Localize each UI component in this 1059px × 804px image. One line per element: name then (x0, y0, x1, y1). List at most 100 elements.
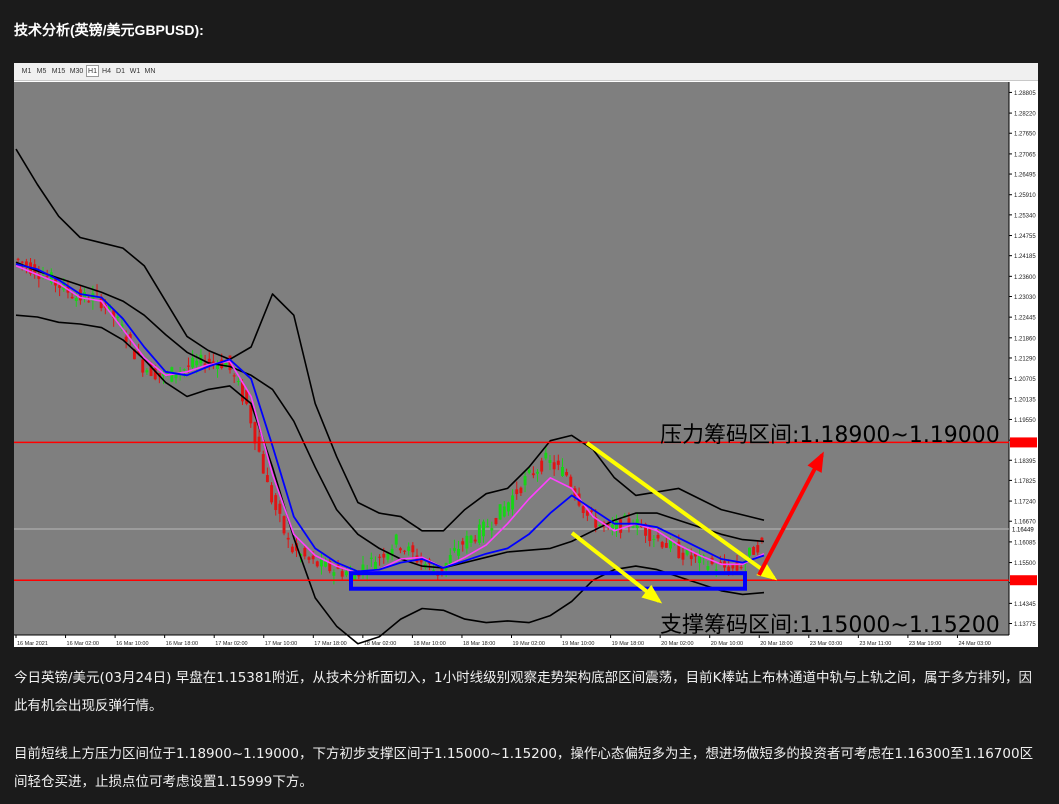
candle-body (307, 557, 311, 560)
candle-body (303, 548, 307, 557)
candle-body (486, 526, 490, 528)
candle-body (261, 454, 265, 474)
candle-body (660, 541, 664, 548)
candle-body (527, 469, 531, 473)
candle-body (344, 571, 348, 576)
y-tick-label: 1.21290 (1014, 356, 1036, 362)
candle-body (565, 472, 569, 476)
candle-body (324, 561, 328, 567)
candle-body (561, 466, 564, 477)
y-tick-label: 1.19550 (1014, 418, 1036, 424)
candle-body (187, 365, 190, 367)
candle-body (752, 547, 756, 555)
candle-body (411, 545, 415, 553)
candle-body (548, 460, 552, 463)
y-tick-label: 1.13775 (1014, 622, 1036, 628)
support-label: 支撑筹码区间:1.15000~1.15200 (660, 613, 1000, 638)
candle-body (457, 548, 461, 556)
y-tick-label: 1.22445 (1014, 316, 1036, 322)
candle-body (378, 556, 382, 558)
candle-body (274, 495, 278, 511)
candle-body (398, 548, 402, 551)
candle-body (498, 504, 502, 520)
y-tick-label: 1.27065 (1014, 152, 1036, 158)
resistance-price-text: 1.19000 (1012, 441, 1034, 447)
candle-body (340, 571, 344, 577)
candle-body (265, 475, 269, 483)
x-tick-label: 19 Mar 10:00 (562, 641, 594, 647)
x-tick-label: 18 Mar 10:00 (413, 641, 445, 647)
price-chart: 1.28805 1.28220 1.27650 1.27065 1.26495 1.259… (14, 82, 1038, 647)
candle-body (45, 275, 49, 277)
x-tick-label: 16 Mar 02:00 (67, 641, 99, 647)
x-tick-label: 23 Mar 11:00 (859, 641, 891, 647)
candle-body (731, 565, 735, 569)
candle-body (519, 487, 523, 494)
candle-body (531, 473, 535, 476)
support-price-text: 1.15000 (1012, 579, 1034, 585)
candle-body (315, 561, 319, 567)
candle-body (569, 476, 573, 487)
candle-body (282, 516, 286, 534)
x-tick-label: 24 Mar 03:00 (958, 641, 990, 647)
candle-body (490, 528, 494, 531)
candle-body (664, 543, 668, 548)
y-tick-label: 1.17240 (1014, 500, 1036, 506)
candle-body (469, 535, 473, 543)
x-tick-label: 20 Mar 18:00 (760, 641, 792, 647)
x-tick-label: 18 Mar 02:00 (364, 641, 396, 647)
y-tick-label: 1.20135 (1014, 397, 1036, 403)
candle-body (536, 471, 539, 474)
y-tick-label: 1.17825 (1014, 479, 1036, 485)
candle-body (74, 297, 78, 302)
candle-body (461, 541, 465, 545)
current-price-text: 1.16449 (1012, 528, 1034, 534)
candle-body (182, 369, 186, 371)
x-tick-label: 16 Mar 10:00 (116, 641, 148, 647)
y-tick-label: 1.28220 (1014, 112, 1036, 118)
candle-body (482, 521, 485, 537)
candle-body (552, 462, 556, 470)
chart-container: M1 M5 M15 M30 H1 H4 D1 W1 MN 1.28805 1.28220 1.276… (14, 63, 1038, 647)
candle-body (473, 539, 477, 542)
candle-body (236, 381, 240, 383)
candle-body (253, 422, 257, 444)
candle-body (311, 555, 315, 560)
candle-body (681, 552, 685, 560)
candle-body (270, 485, 274, 503)
candle-body (174, 374, 178, 379)
candle-body (16, 258, 20, 260)
candle-body (257, 436, 261, 452)
candle-body (145, 370, 149, 373)
candle-body (382, 553, 386, 558)
candle-body (477, 524, 481, 543)
candle-body (319, 559, 323, 567)
candle-body (502, 506, 506, 517)
candle-body (739, 567, 743, 569)
y-tick-label: 1.18395 (1014, 459, 1036, 465)
y-tick-label: 1.28805 (1014, 91, 1036, 97)
candle-body (506, 502, 510, 512)
candle-body (689, 555, 693, 560)
x-tick-label: 19 Mar 02:00 (513, 641, 545, 647)
candle-body (20, 261, 24, 263)
x-tick-label: 19 Mar 18:00 (612, 641, 644, 647)
y-tick-label: 1.23030 (1014, 295, 1036, 301)
candle-body (556, 460, 560, 465)
candle-body (590, 510, 593, 512)
y-tick-label: 1.21860 (1014, 336, 1036, 342)
candle-body (87, 301, 91, 303)
y-tick-label: 1.24185 (1014, 254, 1036, 260)
page-title: 技术分析(英镑/美元GBPUSD): (14, 22, 204, 38)
candle-body (465, 535, 469, 549)
candle-body (374, 561, 377, 570)
candle-body (748, 547, 751, 556)
y-tick-label: 1.25910 (1014, 193, 1036, 199)
candle-body (141, 359, 145, 373)
candle-body (581, 506, 585, 514)
candle-body (515, 489, 519, 495)
candle-body (494, 518, 498, 525)
candle-body (656, 535, 660, 539)
candle-body (756, 545, 760, 553)
y-tick-label: 1.15500 (1014, 561, 1036, 567)
